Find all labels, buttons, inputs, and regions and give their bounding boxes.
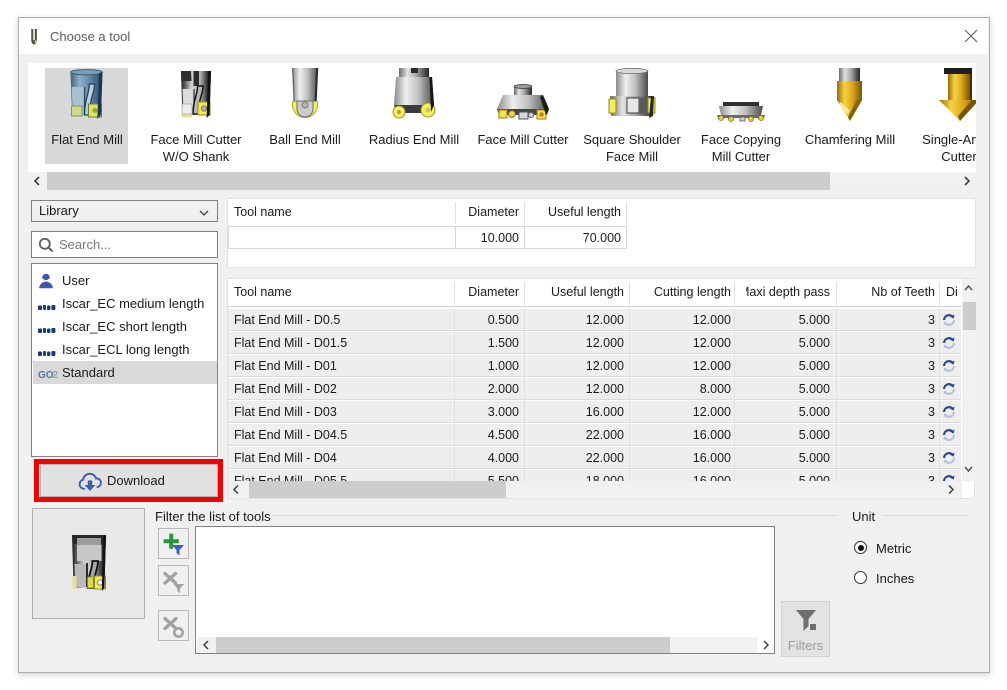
svg-text:2: 2 bbox=[53, 370, 59, 380]
svg-text:GO: GO bbox=[38, 370, 54, 380]
